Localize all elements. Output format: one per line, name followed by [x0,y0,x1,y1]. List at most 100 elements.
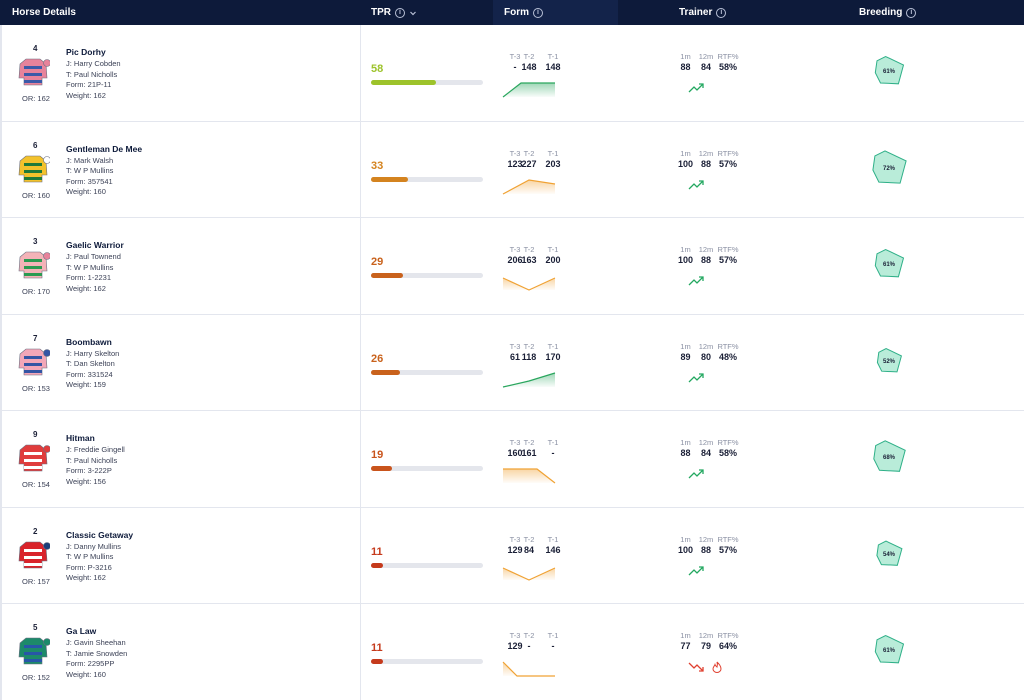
form-sparkline [502,82,555,98]
jockey-name: J: Gavin Sheehan [66,638,126,647]
trainer-stat-value: 100 [677,544,694,555]
trainer-stat-label: RTF% [717,631,739,640]
trainer-stat-value: 77 [680,641,691,651]
trend-up-icon [688,469,704,479]
tpr-value: 19 [371,449,384,461]
header-breeding-label: Breeding [859,7,903,18]
trainer-stat-label: 12m [698,534,714,544]
horse-name-link[interactable]: Hitman [66,433,95,443]
trainer-stat-label: 1m [680,52,691,61]
form-figures: Form: 2295PP [66,659,115,668]
trainer-stat-value: 57% [718,255,737,265]
breeding-radar[interactable]: 68% [868,439,910,475]
trainer-stat-value: 88 [700,255,711,265]
trainer-name: T: W P Mullins [66,166,114,175]
tpr-value: 58 [371,63,384,75]
info-icon[interactable]: i [906,7,917,18]
trainer-stat-value: 79 [700,641,711,651]
header-tpr[interactable]: TPR i [371,0,417,25]
jockey-silks-icon [18,155,50,182]
trainer-stat-value: 89 [680,351,691,362]
form-label: T-2 [523,631,535,640]
header-horse-details[interactable]: Horse Details [12,0,76,25]
jockey-silks-icon [18,541,50,568]
jockey-name: J: Harry Skelton [66,348,120,358]
official-rating: OR: 157 [22,576,50,586]
horse-name-link[interactable]: Boombawn [66,337,112,347]
table-row[interactable]: 6 OR: 160 Gentleman De Mee J: Mark Walsh T: … [0,122,1024,218]
horse-name-link[interactable]: Pic Dorhy [66,47,106,57]
horse-name-link[interactable]: Classic Getaway [66,530,133,540]
jockey-name: J: Harry Cobden [66,59,121,68]
form-value: 200 [545,255,561,265]
form-figures: Form: 3-222P [66,466,112,475]
breeding-radar[interactable]: 61% [868,246,910,282]
form-value: - [527,641,531,651]
header-breeding[interactable]: Breeding i [859,0,917,25]
form-label: T-2 [523,245,535,254]
jockey-silks-icon [18,348,50,375]
trainer-stat-value: 88 [680,62,691,72]
form-label: T-1 [547,148,559,158]
breeding-radar[interactable]: 61% [868,53,910,89]
form-label: T-1 [547,631,559,640]
tpr-bar [371,466,483,471]
tpr-value: 33 [371,159,384,172]
form-value: - [551,448,555,458]
table-row[interactable]: 2 OR: 157 Classic Getaway J: Danny Mullins T… [0,508,1024,604]
info-icon[interactable]: i [533,7,543,18]
jockey-name: J: Danny Mullins [66,541,122,551]
horse-name-link[interactable]: Gentleman De Mee [66,144,142,154]
form-sparkline [502,566,556,581]
trainer-name: T: Paul Nicholls [66,455,118,465]
header-horse-details-label: Horse Details [12,7,76,18]
form-label: T-1 [547,245,559,254]
info-icon[interactable]: i [395,7,405,18]
horse-name-link[interactable]: Ga Law [66,626,96,636]
horse-name-link[interactable]: Gaelic Warrior [66,240,124,250]
header-form-label: Form [504,7,529,18]
info-icon[interactable]: i [716,7,727,18]
breeding-radar[interactable]: 52% [868,343,910,379]
breeding-radar[interactable]: 54% [868,536,910,572]
trainer-stat-value: 57% [718,544,737,555]
table-row[interactable]: 9 OR: 154 Hitman J: Freddie Gingell T: Paul … [0,411,1024,508]
breeding-radar[interactable]: 72% [868,149,910,186]
form-label: T-1 [547,534,559,544]
breeding-percentage: 61% [883,69,896,75]
trainer-stat-label: RTF% [717,148,739,158]
tpr-value: 29 [371,256,384,268]
weight: Weight: 162 [66,90,106,100]
header-form[interactable]: Form i [493,0,618,25]
weight: Weight: 162 [66,573,106,582]
trainer-stat-value: 58% [718,448,737,458]
chevron-down-icon[interactable] [409,9,417,17]
tpr-bar [371,659,483,664]
jockey-silks-icon [18,444,50,472]
tpr-bar-fill [371,80,436,85]
form-sparkline [502,661,555,677]
tpr-bar-fill [371,466,393,471]
table-row[interactable]: 5 OR: 152 Ga Law J: Gavin Sheehan T: Jamie S… [0,604,1024,700]
form-label: T-2 [523,341,535,351]
header-tpr-label: TPR [371,7,391,18]
breeding-percentage: 68% [883,455,896,461]
header-trainer[interactable]: Trainer i [679,0,727,25]
breeding-radar[interactable]: 61% [868,632,910,668]
tpr-bar-fill [371,369,401,375]
form-sparkline [503,468,556,484]
table-row[interactable]: 4 OR: 162 Pic Dorhy J: Harry Cobden T: Paul … [0,25,1024,122]
form-value: - [551,641,555,651]
breeding-percentage: 54% [883,552,896,558]
form-sparkline [502,371,556,388]
header-trainer-label: Trainer [679,7,713,18]
official-rating: OR: 152 [22,673,50,682]
jockey-name: J: Mark Walsh [66,155,114,165]
trainer-stat-value: 58% [718,62,737,72]
table-row[interactable]: 3 OR: 170 Gaelic Warrior J: Paul Townend T: … [0,218,1024,315]
trainer-stat-label: 12m [698,631,714,640]
breeding-percentage: 52% [883,359,896,365]
trainer-stat-value: 88 [680,448,691,458]
form-value: 148 [545,62,561,72]
table-row[interactable]: 7 OR: 153 Boombawn J: Harry Skelton T: Dan S… [0,315,1024,411]
